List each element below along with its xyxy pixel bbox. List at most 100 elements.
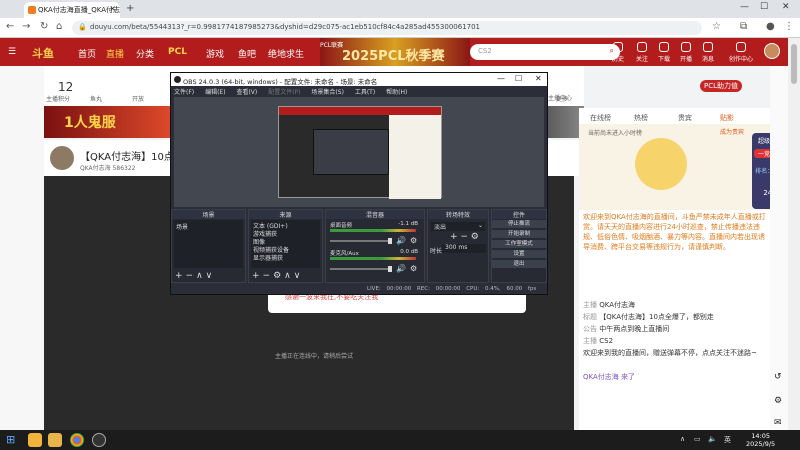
slider-handle[interactable] — [388, 238, 392, 244]
volume-icon[interactable]: 🔈 — [708, 435, 717, 443]
obs-maximize-icon[interactable]: ☐ — [515, 74, 522, 83]
event-banner[interactable]: PCL联赛 2025PCL秋季赛 — [320, 38, 470, 66]
scenes-list[interactable]: 场景 — [174, 220, 243, 268]
home-icon[interactable]: ⌂ — [56, 21, 62, 32]
language-indicator[interactable]: 英 — [724, 435, 731, 445]
become-vip-button[interactable]: 成为贵宾 — [720, 127, 744, 136]
obs-taskbar-icon[interactable] — [92, 433, 106, 447]
menu-help[interactable]: 帮助(H) — [386, 89, 407, 96]
nav-home[interactable]: 首页 — [78, 47, 96, 60]
stop-streaming-button[interactable]: 停止推流 — [491, 220, 547, 228]
scene-item[interactable]: 场景 — [176, 222, 188, 231]
nav-live[interactable]: 直播 — [106, 47, 124, 60]
nav-pubg[interactable]: 绝地求生 — [268, 47, 304, 60]
close-window-icon[interactable]: ✕ — [782, 2, 790, 12]
menu-icon[interactable]: ⋮ — [784, 21, 794, 32]
close-tab-icon[interactable]: × — [109, 4, 116, 13]
taskbar-clock[interactable]: 14:05 2025/9/5 — [746, 432, 775, 448]
slider-handle[interactable] — [388, 266, 392, 272]
chat-text: 中午两点到晚上直播间 — [599, 325, 670, 333]
scenes-toolbar[interactable]: +−∧∨ — [175, 271, 215, 281]
duration-field[interactable]: 300 ms — [442, 244, 486, 253]
volume-slider[interactable] — [330, 266, 392, 272]
nav-category[interactable]: 分类 — [136, 47, 154, 60]
feedback-rail-icon[interactable]: ✉ — [774, 418, 782, 428]
creator-button[interactable]: 创作中心 — [726, 42, 756, 63]
reload-icon[interactable]: ↻ — [40, 21, 48, 32]
menu-edit[interactable]: 编辑(E) — [205, 89, 225, 96]
menu-view[interactable]: 查看(V) — [236, 89, 257, 96]
source-item[interactable]: 显示器捕获 — [253, 253, 283, 262]
profile-icon[interactable]: ● — [766, 21, 775, 32]
pcl-small-label: PCL联赛 — [320, 42, 344, 49]
host-avatar[interactable] — [50, 146, 74, 170]
creator-label: 创作中心 — [728, 56, 753, 63]
speaker-icon[interactable]: 🔊 — [396, 236, 406, 245]
new-tab-button[interactable]: + — [126, 3, 134, 14]
stats-label-fishball[interactable]: 鱼丸 — [90, 94, 102, 103]
download-button[interactable]: 下载 — [652, 42, 676, 63]
menu-profile[interactable]: 配置文件(P) — [268, 89, 300, 96]
history-button[interactable]: 历史 — [606, 42, 630, 63]
chrome-icon[interactable] — [70, 433, 84, 447]
menu-scene-collection[interactable]: 场景集合(S) — [311, 89, 344, 96]
menu-tools[interactable]: 工具(T) — [355, 89, 375, 96]
tab-online[interactable]: 在线榜 — [590, 113, 611, 123]
obs-close-icon[interactable]: ✕ — [535, 74, 542, 83]
url-field[interactable]: 🔒 douyu.com/beta/5544313?_r=0.9981774187… — [72, 21, 702, 35]
maximize-icon[interactable]: ☐ — [760, 2, 768, 12]
settings-button[interactable]: 设置 — [491, 250, 547, 258]
file-explorer-icon[interactable] — [28, 433, 42, 447]
speaker-icon[interactable]: 🔊 — [396, 264, 406, 273]
browser-tab[interactable]: QKA付志海直播_QKA付志海视 × — [24, 2, 120, 18]
tab-vip[interactable]: 贵宾 — [678, 113, 692, 123]
search-input[interactable]: CS2 ⌕ — [470, 44, 620, 60]
stats-label-host-center[interactable]: 主播中心 — [548, 93, 572, 102]
user-avatar[interactable] — [764, 43, 780, 59]
tab-hot[interactable]: 热榜 — [634, 113, 648, 123]
tab-sticker[interactable]: 贴影 — [720, 113, 734, 123]
forward-icon[interactable]: → — [22, 21, 30, 32]
minimize-icon[interactable]: — — [740, 2, 749, 12]
start-recording-button[interactable]: 开始录制 — [491, 230, 547, 238]
follow-button[interactable]: 关注 — [630, 42, 654, 63]
history-rail-icon[interactable]: ↺ — [774, 372, 782, 382]
pcl-badge[interactable]: PCL助力值 — [700, 80, 743, 92]
back-icon[interactable]: ← — [6, 21, 14, 32]
transition-select[interactable]: 淡出 ⌄ — [431, 222, 485, 231]
controls-dock-title: 控件 — [492, 210, 546, 219]
mixer-dock: 混音器 桌面音频 -1.1 dB 🔊 ⚙ 麦克风/Aux 0.0 dB 🔊 ⚙ — [325, 209, 425, 283]
nav-fishbar[interactable]: 鱼吧 — [238, 47, 256, 60]
nav-games[interactable]: 游戏 — [206, 47, 224, 60]
transition-toolbar[interactable]: + − ⚙ — [450, 232, 479, 242]
live-time: LIVE: 00:00:00 — [367, 286, 412, 292]
sources-toolbar[interactable]: +−⚙∧∨ — [252, 271, 303, 281]
studio-mode-button[interactable]: 工作室模式 — [491, 240, 547, 248]
volume-slider[interactable] — [330, 238, 392, 244]
room-host[interactable]: QKA付志海 586322 — [80, 163, 136, 172]
nav-pcl[interactable]: PCL — [168, 47, 187, 57]
obs-minimize-icon[interactable]: — — [497, 74, 505, 83]
star-icon[interactable]: ☆ — [712, 21, 721, 32]
folder-icon[interactable] — [48, 433, 62, 447]
scrollbar-thumb[interactable] — [791, 44, 797, 84]
douyu-logo[interactable]: 斗鱼 — [32, 45, 54, 61]
exit-button[interactable]: 退出 — [491, 260, 547, 268]
tray-chevron-icon[interactable]: ∧ — [680, 435, 685, 443]
hamburger-icon[interactable]: ☰ — [8, 47, 16, 57]
obs-preview[interactable] — [174, 97, 544, 207]
stats-label-open[interactable]: 开放 — [132, 94, 144, 103]
gear-icon[interactable]: ⚙ — [410, 264, 417, 273]
live-banner[interactable]: 1人鬼服 — [44, 106, 174, 138]
obs-title-bar[interactable]: OBS 24.0.3 (64-bit, windows) - 配置文件: 未命名… — [171, 73, 547, 86]
messages-button[interactable]: 消息 — [696, 42, 720, 63]
settings-rail-icon[interactable]: ⚙ — [774, 396, 782, 406]
extensions-icon[interactable]: ⧉ — [740, 21, 747, 32]
menu-file[interactable]: 文件(F) — [174, 89, 194, 96]
gear-icon[interactable]: ⚙ — [410, 236, 417, 245]
sources-list[interactable]: 文本 (GDI+) 游戏捕获 图像 视频捕获设备 显示器捕获 — [251, 220, 320, 268]
windows-start-icon[interactable]: ⊞ — [6, 433, 15, 446]
go-live-button[interactable]: 开播 — [674, 42, 698, 63]
network-icon[interactable]: ▭ — [694, 435, 701, 443]
page-scrollbar[interactable] — [788, 38, 800, 430]
